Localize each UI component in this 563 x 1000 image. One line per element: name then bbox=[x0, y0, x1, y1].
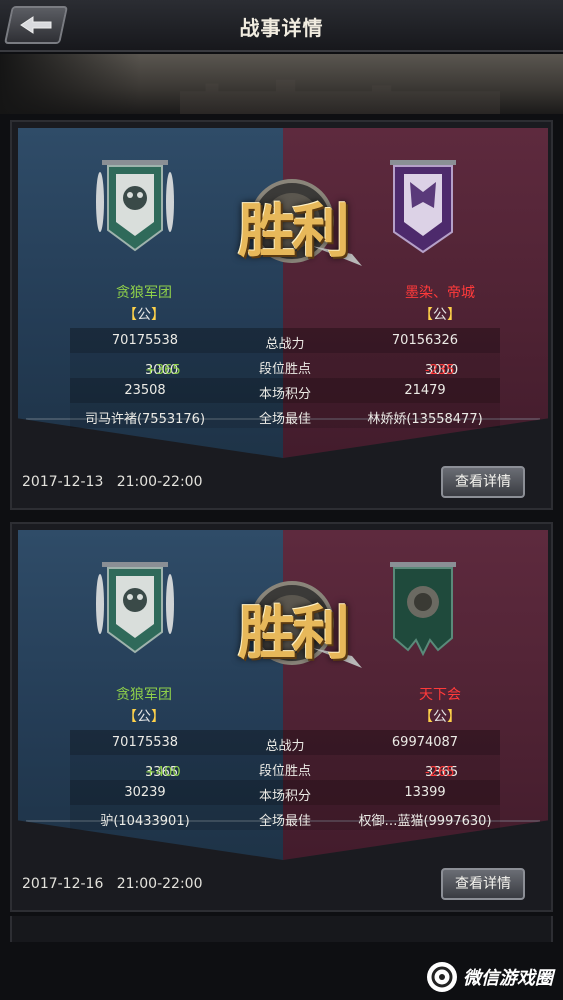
left-team-tag: 【公】 bbox=[123, 709, 165, 725]
stat-label: 段位胜点 bbox=[258, 362, 311, 377]
victory-text: 胜利 bbox=[237, 599, 350, 667]
right-total-power: 70156326 bbox=[391, 333, 459, 348]
victory-emblem: 胜利 bbox=[212, 568, 372, 678]
list-bottom-edge bbox=[10, 916, 553, 942]
stats-table: 70175538 总战力 69974087 3365 +400 段位胜点 3365… bbox=[70, 730, 500, 830]
stat-row-score: 30239 本场积分 13399 bbox=[70, 780, 500, 805]
right-total-power: 69974087 bbox=[391, 735, 459, 750]
left-team-name: 贪狼军团 bbox=[116, 285, 172, 301]
left-team-name: 贪狼军团 bbox=[116, 687, 172, 703]
top-bar: 战事详情 bbox=[0, 0, 563, 52]
left-team-tag: 【公】 bbox=[123, 307, 165, 323]
stat-row-mvp: 驴(10433901) 全场最佳 权御…蓝猫(9997630) bbox=[70, 805, 500, 830]
stat-row-rank-points: 3365 +400 段位胜点 3365 -265 bbox=[70, 755, 500, 780]
view-details-button[interactable]: 查看详情 bbox=[441, 466, 525, 498]
stat-row-power: 70175538 总战力 69974087 bbox=[70, 730, 500, 755]
battle-card: 胜利 贪狼军团 【公】 天下会 【公】 70175538 总战力 6997408… bbox=[10, 522, 553, 912]
white-war-banner-icon bbox=[96, 160, 174, 252]
card-footer: 2017-12-13 21:00-22:00 查看详情 bbox=[12, 458, 551, 508]
stats-table: 70175538 总战力 70156326 3000 +365 段位胜点 3000… bbox=[70, 328, 500, 428]
right-mvp: 权御…蓝猫(9997630) bbox=[358, 814, 492, 829]
left-total-power: 70175538 bbox=[111, 333, 179, 348]
stat-row-rank-points: 3000 +365 段位胜点 3000 -235 bbox=[70, 353, 500, 378]
battle-datetime: 2017-12-16 21:00-22:00 bbox=[22, 876, 203, 892]
view-details-button[interactable]: 查看详情 bbox=[441, 868, 525, 900]
stat-label: 本场积分 bbox=[258, 387, 311, 402]
battle-datetime: 2017-12-13 21:00-22:00 bbox=[22, 474, 203, 490]
right-team-name: 墨染、帝城 bbox=[405, 285, 475, 301]
battle-card: 胜利 贪狼军团 【公】 墨染、帝城 【公】 70175538 总战力 70156… bbox=[10, 120, 553, 510]
victory-text: 胜利 bbox=[237, 197, 350, 265]
page-title: 战事详情 bbox=[239, 16, 324, 40]
right-score: 21479 bbox=[404, 383, 446, 398]
stat-label: 段位胜点 bbox=[258, 764, 311, 779]
stat-row-score: 23508 本场积分 21479 bbox=[70, 378, 500, 403]
right-team-tag: 【公】 bbox=[419, 307, 461, 323]
stat-label: 总战力 bbox=[265, 337, 305, 352]
card-footer: 2017-12-16 21:00-22:00 查看详情 bbox=[12, 860, 551, 910]
stat-label: 全场最佳 bbox=[258, 814, 311, 829]
green-war-banner-icon bbox=[390, 562, 456, 657]
left-mvp: 驴(10433901) bbox=[100, 814, 190, 829]
stat-label: 本场积分 bbox=[258, 789, 311, 804]
watermark-text: 微信游戏圈 bbox=[463, 968, 553, 989]
purple-war-banner-icon bbox=[390, 160, 456, 254]
castle-wall-silhouette bbox=[180, 79, 500, 114]
right-team-tag: 【公】 bbox=[419, 709, 461, 725]
right-mvp: 林娇娇(13558477) bbox=[367, 412, 483, 427]
watermark: 微信游戏圈 bbox=[427, 962, 553, 992]
stat-row-mvp: 司马许褚(7553176) 全场最佳 林娇娇(13558477) bbox=[70, 403, 500, 428]
stat-row-power: 70175538 总战力 70156326 bbox=[70, 328, 500, 353]
battlefield-scene-image bbox=[0, 54, 563, 114]
wechat-game-circle-icon bbox=[427, 962, 457, 992]
white-war-banner-icon bbox=[96, 562, 174, 654]
stat-label: 总战力 bbox=[265, 739, 305, 754]
stat-label: 全场最佳 bbox=[258, 412, 311, 427]
right-team-name: 天下会 bbox=[419, 687, 461, 703]
left-mvp: 司马许褚(7553176) bbox=[84, 412, 206, 427]
left-score: 30239 bbox=[124, 785, 166, 800]
victory-emblem: 胜利 bbox=[212, 166, 372, 276]
left-total-power: 70175538 bbox=[111, 735, 179, 750]
right-score: 13399 bbox=[404, 785, 446, 800]
left-score: 23508 bbox=[124, 383, 166, 398]
